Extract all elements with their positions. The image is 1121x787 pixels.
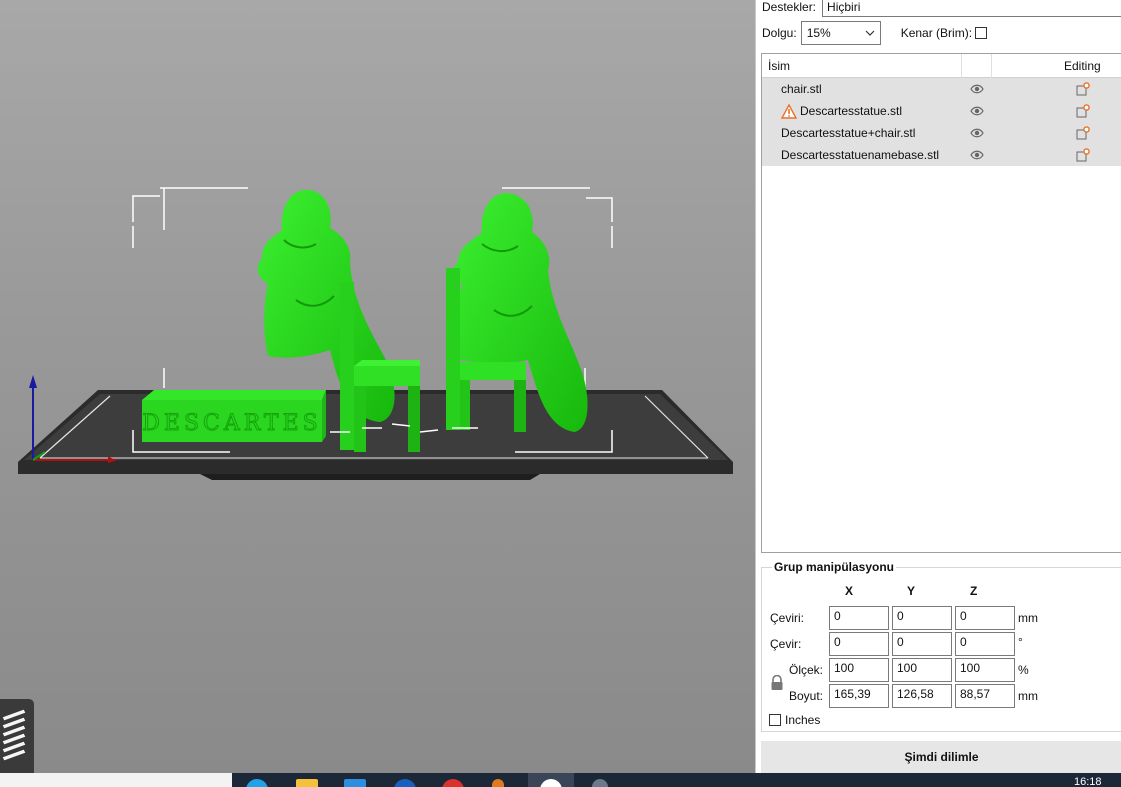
edit-settings-icon[interactable] xyxy=(1076,82,1090,96)
size-y-input[interactable]: 126,58 xyxy=(892,684,952,708)
list-item[interactable]: Descartesstatue+chair.stl xyxy=(762,122,1121,144)
infill-combo[interactable]: 15% xyxy=(800,21,881,45)
clock[interactable]: 16:18 xyxy=(1074,776,1102,787)
visibility-eye-icon[interactable] xyxy=(970,83,984,95)
infill-label: Dolgu: xyxy=(762,26,797,40)
chevron-down-icon xyxy=(865,30,875,36)
active-app-highlight[interactable] xyxy=(528,773,574,787)
object-name: Descartesstatuenamebase.stl xyxy=(781,148,940,162)
chrome-icon[interactable] xyxy=(442,779,464,787)
slice-now-button[interactable]: Şimdi dilimle xyxy=(761,741,1121,773)
object-name: chair.stl xyxy=(781,82,822,96)
inches-checkbox[interactable] xyxy=(769,714,781,726)
brim-checkbox[interactable] xyxy=(975,27,988,39)
lock-icon[interactable] xyxy=(770,675,784,691)
rotate-x-input[interactable]: 0 xyxy=(829,632,889,656)
taskbar: 16:18 xyxy=(0,773,1121,787)
axis-z-header: Z xyxy=(970,584,978,598)
edge-browser-icon[interactable] xyxy=(246,779,268,787)
app-icon[interactable] xyxy=(492,779,504,787)
scene-canvas[interactable]: DESCARTES xyxy=(0,0,755,773)
scale-z-input[interactable]: 100 xyxy=(955,658,1015,682)
size-label: Boyut: xyxy=(789,689,824,703)
object-name: Descartesstatue+chair.stl xyxy=(781,126,916,140)
settings-panel: Destekler: Hiçbiri Dolgu: 15% Kenar (Bri… xyxy=(755,0,1121,773)
brim-label: Kenar (Brim): xyxy=(900,26,973,40)
inches-label: Inches xyxy=(785,713,821,727)
column-name-header[interactable]: İsim xyxy=(768,54,790,78)
3d-viewport[interactable]: DESCARTES xyxy=(0,0,755,773)
translate-y-input[interactable]: 0 xyxy=(892,606,952,630)
file-explorer-icon[interactable] xyxy=(296,779,318,787)
infill-row: Dolgu: 15% Kenar (Brim): xyxy=(762,21,988,45)
supports-row: Destekler: Hiçbiri xyxy=(762,0,1121,17)
object-list[interactable]: İsim Editing chair.stl Descartesstatue.s… xyxy=(761,53,1121,553)
scale-y-input[interactable]: 100 xyxy=(892,658,952,682)
edit-settings-icon[interactable] xyxy=(1076,104,1090,118)
app-icon[interactable] xyxy=(394,779,416,787)
taskbar-search-area[interactable] xyxy=(0,773,232,787)
visibility-eye-icon[interactable] xyxy=(970,105,984,117)
supports-combo[interactable]: Hiçbiri xyxy=(822,0,1121,17)
infill-value: 15% xyxy=(806,26,831,40)
rotate-y-input[interactable]: 0 xyxy=(892,632,952,656)
store-icon[interactable] xyxy=(344,779,366,787)
rotate-z-input[interactable]: 0 xyxy=(955,632,1015,656)
translate-unit: mm xyxy=(1018,611,1038,625)
object-name: Descartesstatue.stl xyxy=(800,104,903,118)
layer-view-button[interactable] xyxy=(0,699,34,773)
object-list-header: İsim Editing xyxy=(762,54,1121,78)
scale-x-input[interactable]: 100 xyxy=(829,658,889,682)
list-item[interactable]: Descartesstatuenamebase.stl xyxy=(762,144,1121,166)
translate-z-input[interactable]: 0 xyxy=(955,606,1015,630)
column-editing-header[interactable]: Editing xyxy=(1064,54,1101,78)
app-icon[interactable] xyxy=(592,779,608,787)
rotate-unit: ° xyxy=(1018,635,1023,649)
size-unit: mm xyxy=(1018,689,1038,703)
axis-x-header: X xyxy=(845,584,854,598)
cura-app-icon xyxy=(540,779,562,787)
scale-unit: % xyxy=(1018,663,1029,677)
supports-label: Destekler: xyxy=(762,0,817,14)
group-manipulation-title: Grup manipülasyonu xyxy=(772,560,897,574)
axis-y-header: Y xyxy=(907,584,916,598)
size-x-input[interactable]: 165,39 xyxy=(829,684,889,708)
object-name-row: Descartesstatue.stl xyxy=(781,103,903,119)
edit-settings-icon[interactable] xyxy=(1076,148,1090,162)
list-item[interactable]: chair.stl xyxy=(762,78,1121,100)
translate-x-input[interactable]: 0 xyxy=(829,606,889,630)
warning-icon xyxy=(781,103,797,119)
edit-settings-icon[interactable] xyxy=(1076,126,1090,140)
visibility-eye-icon[interactable] xyxy=(970,149,984,161)
base-engraving-text: DESCARTES xyxy=(142,411,321,436)
visibility-eye-icon[interactable] xyxy=(970,127,984,139)
inches-row: Inches xyxy=(769,713,820,727)
translate-label: Çeviri: xyxy=(770,611,805,625)
scale-label: Ölçek: xyxy=(789,663,824,677)
list-item[interactable]: Descartesstatue.stl xyxy=(762,100,1121,122)
name-base-model: DESCARTES xyxy=(142,390,326,442)
size-z-input[interactable]: 88,57 xyxy=(955,684,1015,708)
rotate-label: Çevir: xyxy=(770,637,802,651)
layers-icon xyxy=(1,708,27,762)
statue-left xyxy=(257,189,395,422)
supports-value: Hiçbiri xyxy=(827,0,861,14)
